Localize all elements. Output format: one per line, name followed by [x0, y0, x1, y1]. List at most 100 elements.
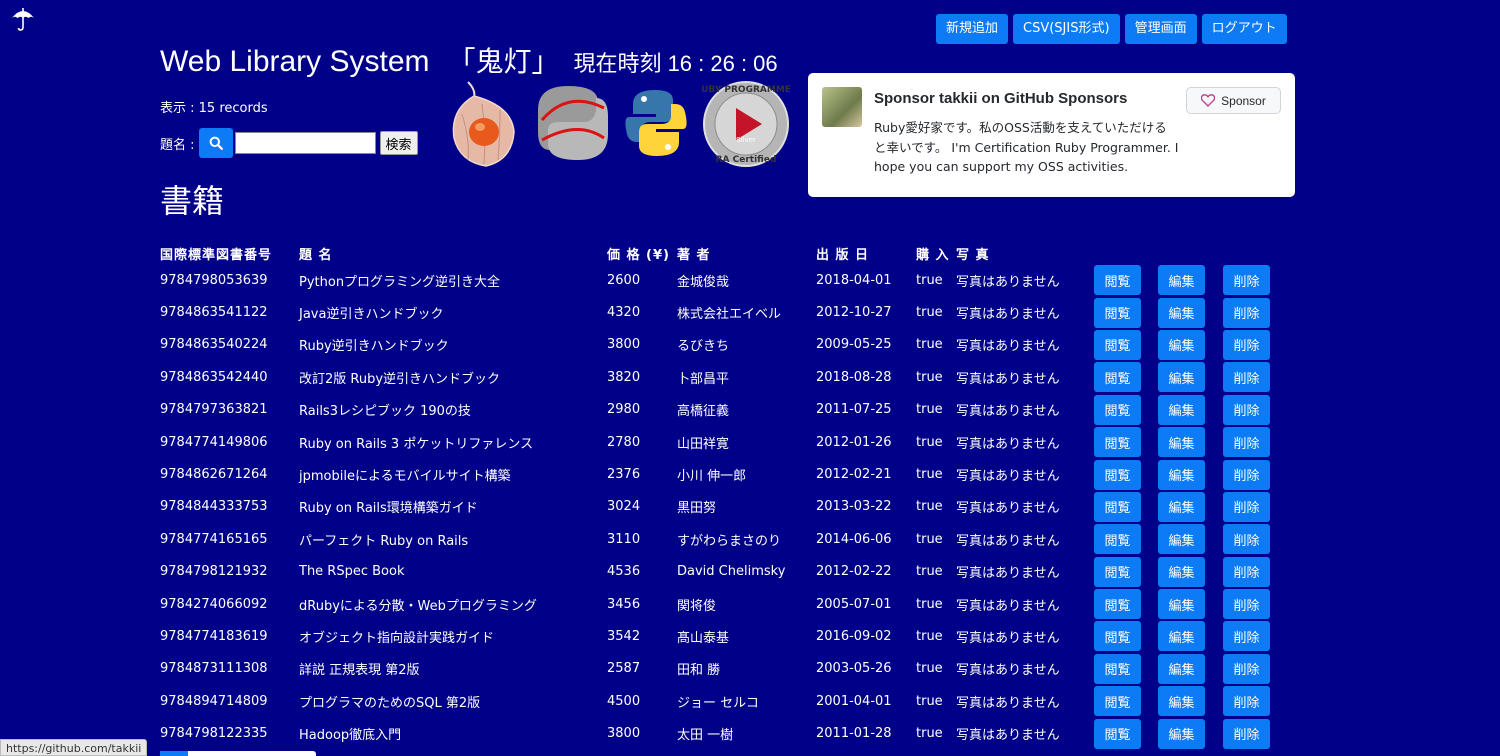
edit-button[interactable]: 編集	[1158, 556, 1205, 587]
search-input[interactable]	[234, 132, 376, 154]
cell-date: 2013-03-22	[816, 499, 892, 515]
cell-isbn: 9784274066092	[160, 596, 268, 612]
cell-title: Ruby on Rails環境構築ガイド	[299, 501, 478, 517]
logout-button[interactable]: ログアウト	[1201, 14, 1287, 44]
table-row: 9784798122335 Hadoop徹底入門 3800 太田 一樹 2011-01-…	[160, 717, 1283, 749]
cell-purchase: true	[916, 272, 943, 288]
edit-button[interactable]: 編集	[1158, 265, 1205, 296]
edit-button[interactable]: 編集	[1158, 589, 1205, 620]
delete-button[interactable]: 削除	[1223, 459, 1270, 490]
view-button[interactable]: 閲覧	[1094, 297, 1141, 328]
cell-photo: 写真はありません	[956, 663, 1060, 679]
header-photo: 写 真	[956, 247, 990, 263]
cell-date: 2012-02-22	[816, 564, 892, 580]
cell-isbn: 9784873111308	[160, 661, 268, 677]
view-button[interactable]: 閲覧	[1094, 621, 1141, 652]
delete-button[interactable]: 削除	[1223, 427, 1270, 458]
edit-button[interactable]: 編集	[1158, 329, 1205, 360]
table-row: 9784774149806 Ruby on Rails 3 ポケットリファレンス 2…	[160, 426, 1283, 458]
csv-export-button[interactable]: CSV(SJIS形式)	[1013, 14, 1120, 44]
view-button[interactable]: 閲覧	[1094, 329, 1141, 360]
add-new-button[interactable]: 新規追加	[936, 14, 1009, 44]
delete-button[interactable]: 削除	[1223, 524, 1270, 555]
cell-isbn: 9784798053639	[160, 272, 268, 288]
umbrella-icon[interactable]	[10, 6, 36, 32]
delete-button[interactable]: 削除	[1223, 621, 1270, 652]
delete-button[interactable]: 削除	[1223, 686, 1270, 717]
delete-button[interactable]: 削除	[1223, 718, 1270, 749]
cell-author: 田和 勝	[677, 663, 721, 679]
delete-button[interactable]: 削除	[1223, 329, 1270, 360]
view-button[interactable]: 閲覧	[1094, 427, 1141, 458]
search-submit-button[interactable]: 検索	[379, 131, 418, 155]
view-button[interactable]: 閲覧	[1094, 524, 1141, 555]
view-button[interactable]: 閲覧	[1094, 459, 1141, 490]
cell-isbn: 9784774149806	[160, 434, 268, 450]
cell-price: 4536	[607, 564, 641, 580]
ruby-certified-badge-icon: RUBY PROGRAMMER Silver RA Certified	[702, 81, 790, 167]
cell-isbn: 9784774183619	[160, 628, 268, 644]
pagination[interactable]	[160, 751, 316, 756]
delete-button[interactable]: 削除	[1223, 297, 1270, 328]
edit-button[interactable]: 編集	[1158, 621, 1205, 652]
table-row: 9784863542440 改訂2版 Ruby逆引きハンドブック 3820 卜部昌平 2…	[160, 361, 1283, 393]
sponsor-title: Sponsor takkii on GitHub Sponsors	[874, 90, 1128, 107]
view-button[interactable]: 閲覧	[1094, 394, 1141, 425]
view-button[interactable]: 閲覧	[1094, 556, 1141, 587]
edit-button[interactable]: 編集	[1158, 686, 1205, 717]
sponsor-button[interactable]: Sponsor	[1186, 87, 1281, 114]
cell-date: 2011-01-28	[816, 726, 892, 742]
cell-photo: 写真はありません	[956, 533, 1060, 549]
delete-button[interactable]: 削除	[1223, 556, 1270, 587]
cell-photo: 写真はありません	[956, 630, 1060, 646]
edit-button[interactable]: 編集	[1158, 524, 1205, 555]
cell-author: 髙山泰基	[677, 630, 730, 646]
delete-button[interactable]: 削除	[1223, 491, 1270, 522]
cell-price: 3820	[607, 369, 641, 385]
ruby-badge-level-text: Silver	[736, 136, 756, 144]
cell-isbn: 9784797363821	[160, 402, 268, 418]
view-button[interactable]: 閲覧	[1094, 491, 1141, 522]
cell-date: 2016-09-02	[816, 628, 892, 644]
view-button[interactable]: 閲覧	[1094, 718, 1141, 749]
delete-button[interactable]: 削除	[1223, 362, 1270, 393]
sponsor-description: Ruby愛好家です。私のOSS活動を支えていただけると幸いです。 I'm Cer…	[874, 120, 1179, 174]
edit-button[interactable]: 編集	[1158, 653, 1205, 684]
cell-purchase: true	[916, 628, 943, 644]
cell-isbn: 9784798121932	[160, 564, 268, 580]
cell-title: Hadoop徹底入門	[299, 728, 402, 744]
cell-photo: 写真はありません	[956, 469, 1060, 485]
edit-button[interactable]: 編集	[1158, 427, 1205, 458]
edit-button[interactable]: 編集	[1158, 394, 1205, 425]
admin-button[interactable]: 管理画面	[1124, 14, 1197, 44]
view-button[interactable]: 閲覧	[1094, 265, 1141, 296]
edit-button[interactable]: 編集	[1158, 459, 1205, 490]
edit-button[interactable]: 編集	[1158, 362, 1205, 393]
search-label: 題名 :	[160, 137, 195, 153]
cell-title: dRubyによる分散・Webプログラミング	[299, 598, 537, 614]
cell-purchase: true	[916, 467, 943, 483]
edit-button[interactable]: 編集	[1158, 718, 1205, 749]
cell-date: 2012-10-27	[816, 305, 892, 321]
delete-button[interactable]: 削除	[1223, 653, 1270, 684]
view-button[interactable]: 閲覧	[1094, 686, 1141, 717]
edit-button[interactable]: 編集	[1158, 491, 1205, 522]
edit-button[interactable]: 編集	[1158, 297, 1205, 328]
header-price: 価 格 (¥)	[607, 247, 670, 263]
delete-button[interactable]: 削除	[1223, 394, 1270, 425]
view-button[interactable]: 閲覧	[1094, 589, 1141, 620]
books-table: 国際標準図書番号 題 名 価 格 (¥) 著 者 出 版 日 購 入 写 真 9…	[160, 242, 1283, 750]
cell-author: 太田 一樹	[677, 728, 734, 744]
view-button[interactable]: 閲覧	[1094, 362, 1141, 393]
cell-price: 2376	[607, 467, 641, 483]
delete-button[interactable]: 削除	[1223, 589, 1270, 620]
ruby-badge-top-text: RUBY PROGRAMMER	[702, 85, 790, 95]
header-purchase: 購 入	[916, 247, 950, 263]
cell-title: The RSpec Book	[299, 564, 405, 580]
cell-author: るびきち	[677, 339, 730, 355]
search-icon	[209, 136, 223, 150]
delete-button[interactable]: 削除	[1223, 265, 1270, 296]
search-icon-button[interactable]	[198, 128, 233, 158]
page-title: Web Library System 「鬼灯」 現在時刻 16 : 26 : 0…	[160, 40, 778, 80]
view-button[interactable]: 閲覧	[1094, 653, 1141, 684]
